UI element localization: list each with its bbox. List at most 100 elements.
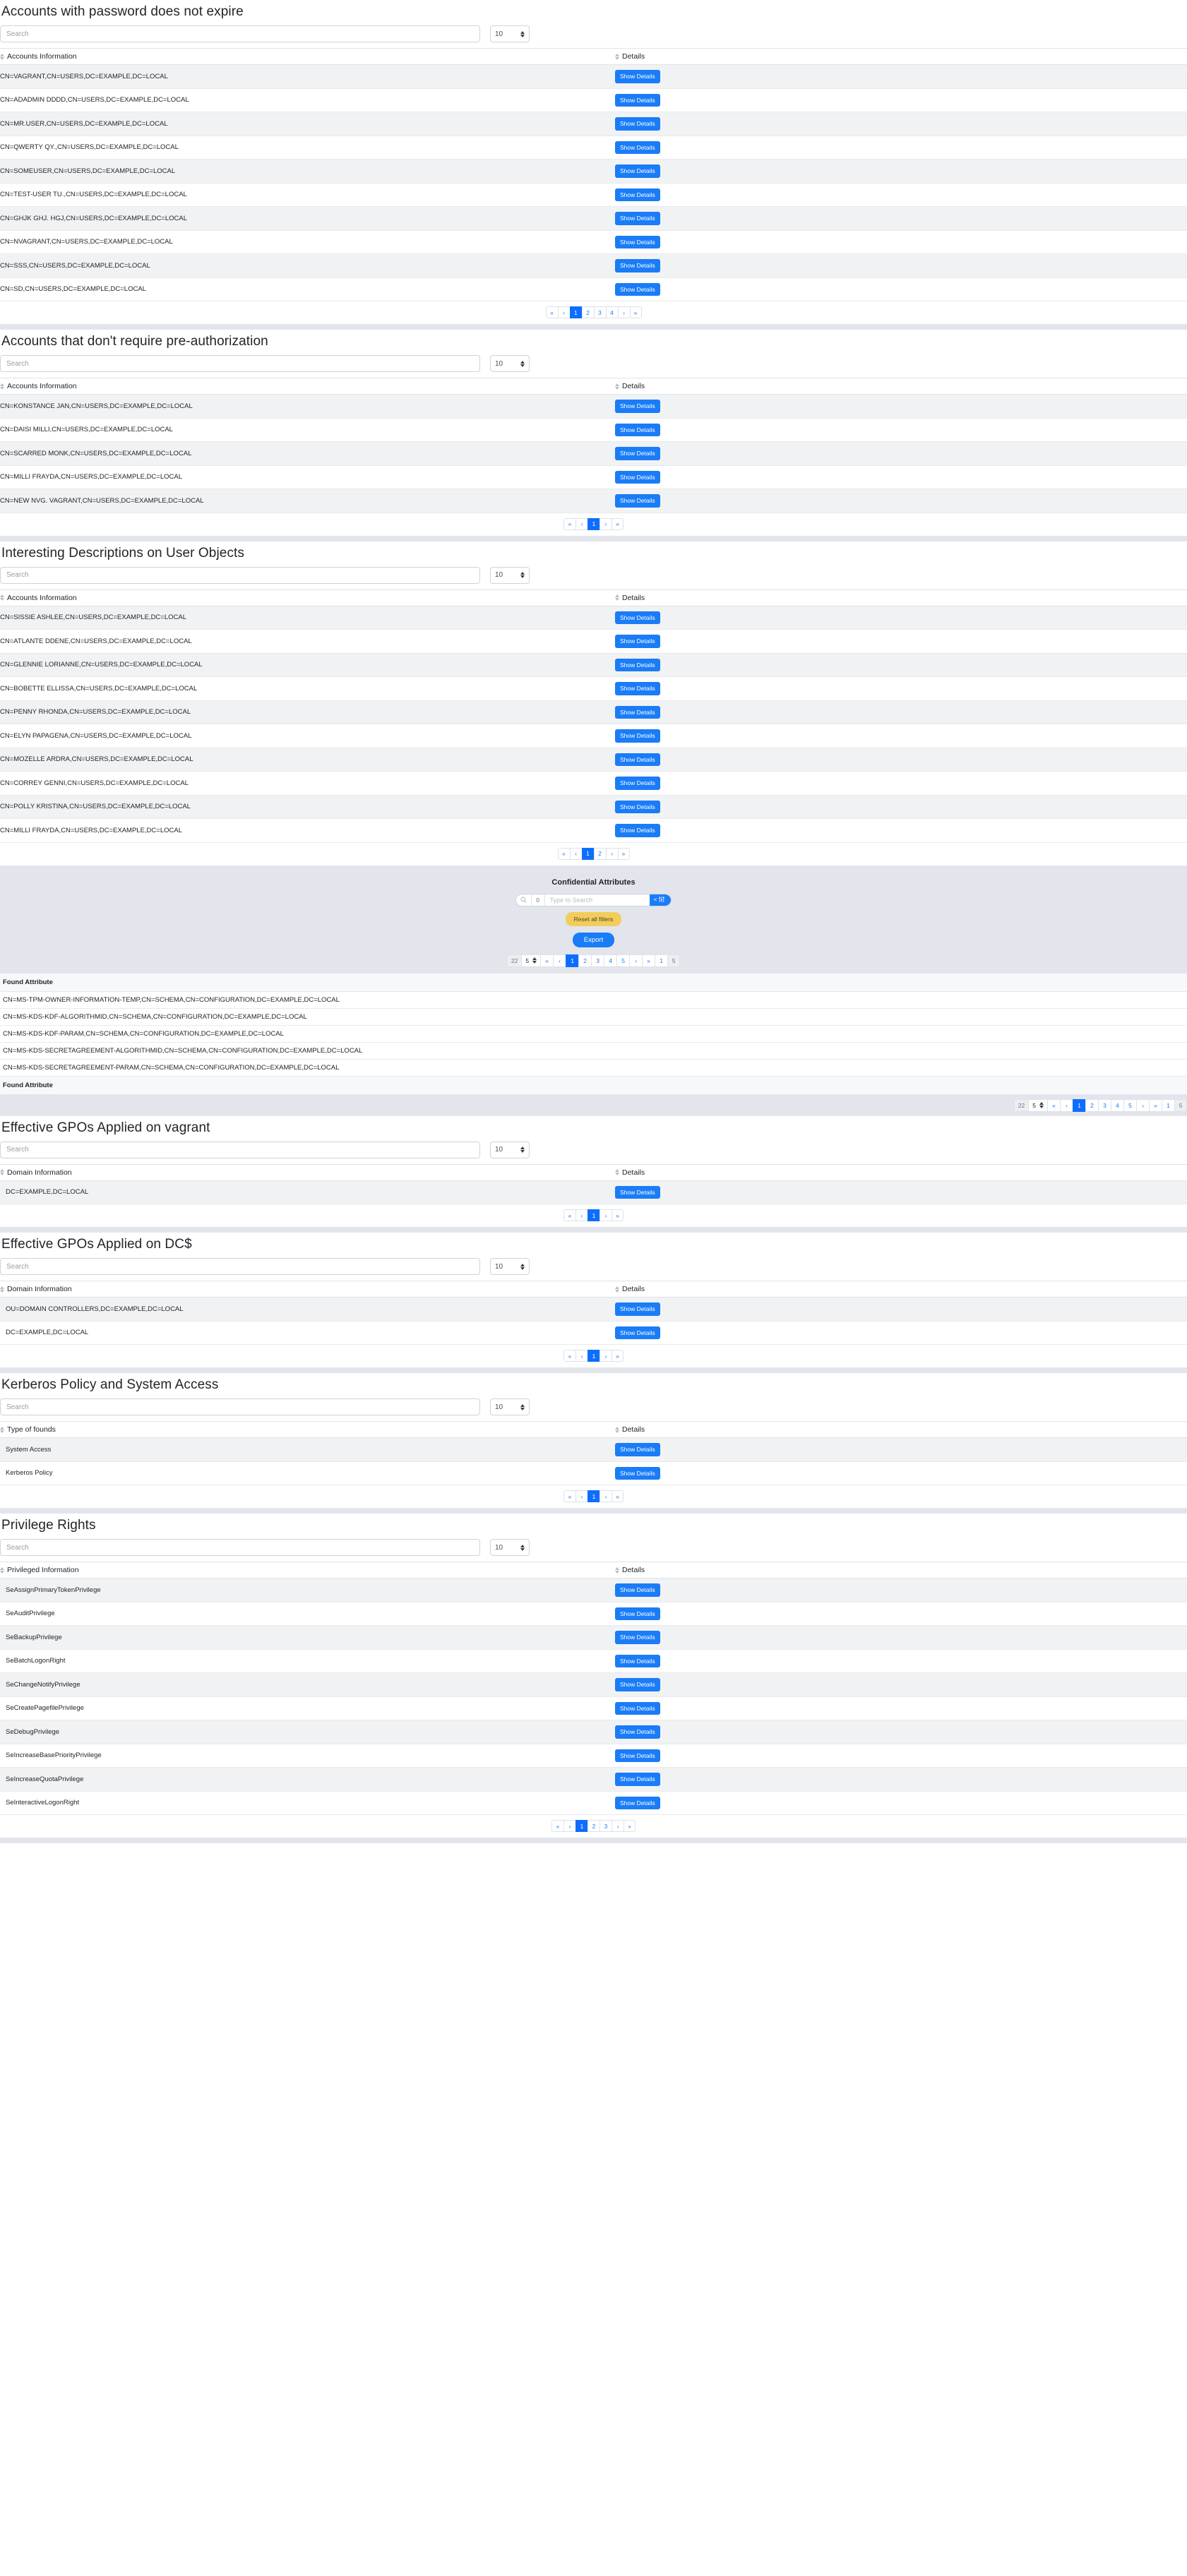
confidential-page-size-select[interactable]: 5: [1028, 1098, 1047, 1112]
pagination-page-1[interactable]: 1: [587, 517, 600, 530]
show-details-button[interactable]: Show Details: [615, 753, 660, 766]
column-header-primary[interactable]: Accounts Information: [0, 378, 615, 395]
show-details-button[interactable]: Show Details: [615, 494, 660, 508]
page-size-select[interactable]: 10: [490, 355, 530, 372]
show-details-button[interactable]: Show Details: [615, 1749, 660, 1762]
column-footer-found-attribute[interactable]: Found Attribute: [0, 1075, 1187, 1095]
pagination-next[interactable]: ›: [600, 1209, 612, 1221]
pagination-next[interactable]: ›: [617, 306, 630, 318]
page-size-select[interactable]: 10: [490, 1539, 530, 1556]
show-details-button[interactable]: Show Details: [615, 1725, 660, 1739]
pagination-prev[interactable]: ‹: [575, 1209, 587, 1221]
show-details-button[interactable]: Show Details: [615, 259, 660, 272]
pagination-prev[interactable]: ‹: [553, 954, 566, 967]
pagination-last[interactable]: »: [617, 847, 630, 860]
show-details-button[interactable]: Show Details: [615, 729, 660, 743]
pagination-next[interactable]: ›: [1136, 1098, 1149, 1112]
filter-toggle-button[interactable]: <: [649, 894, 672, 906]
show-details-button[interactable]: Show Details: [615, 1773, 660, 1786]
column-header-details[interactable]: Details: [615, 1421, 1187, 1438]
pagination-page-2[interactable]: 2: [587, 1820, 600, 1832]
show-details-button[interactable]: Show Details: [615, 1326, 660, 1339]
show-details-button[interactable]: Show Details: [615, 188, 660, 201]
pagination-page-1[interactable]: 1: [566, 954, 579, 967]
show-details-button[interactable]: Show Details: [615, 400, 660, 413]
current-page-input[interactable]: 1: [655, 954, 668, 967]
pagination-page-1[interactable]: 1: [569, 306, 582, 318]
pagination-last[interactable]: »: [642, 954, 655, 967]
pagination-last[interactable]: »: [612, 1350, 624, 1362]
column-header-details[interactable]: Details: [615, 1281, 1187, 1298]
pagination-next[interactable]: ›: [612, 1820, 624, 1832]
show-details-button[interactable]: Show Details: [615, 1607, 660, 1620]
show-details-button[interactable]: Show Details: [615, 1701, 660, 1715]
pagination-next[interactable]: ›: [600, 1350, 612, 1362]
column-header-details[interactable]: Details: [615, 1163, 1187, 1181]
show-details-button[interactable]: Show Details: [615, 1654, 660, 1667]
pagination-page-2[interactable]: 2: [593, 847, 606, 860]
pagination-page-4[interactable]: 4: [605, 306, 618, 318]
page-size-select[interactable]: 10: [490, 25, 530, 42]
page-size-select[interactable]: 10: [490, 1398, 530, 1415]
column-header-primary[interactable]: Accounts Information: [0, 48, 615, 65]
show-details-button[interactable]: Show Details: [615, 682, 660, 695]
pagination-prev[interactable]: ‹: [569, 847, 582, 860]
pagination-page-1[interactable]: 1: [1073, 1098, 1085, 1112]
pagination-page-1[interactable]: 1: [587, 1209, 600, 1221]
show-details-button[interactable]: Show Details: [615, 1185, 660, 1199]
pagination-first[interactable]: «: [1047, 1098, 1060, 1112]
show-details-button[interactable]: Show Details: [615, 140, 660, 154]
pagination-first[interactable]: «: [551, 1820, 563, 1832]
search-input-kerberos-policy[interactable]: [0, 1398, 480, 1415]
pagination-first[interactable]: «: [557, 847, 570, 860]
page-size-select[interactable]: 10: [490, 1258, 530, 1275]
show-details-button[interactable]: Show Details: [615, 1631, 660, 1644]
show-details-button[interactable]: Show Details: [615, 611, 660, 624]
pagination-page-1[interactable]: 1: [581, 847, 594, 860]
export-button[interactable]: Export: [572, 932, 615, 947]
pagination-last[interactable]: »: [612, 517, 624, 530]
pagination-prev[interactable]: ‹: [563, 1820, 575, 1832]
pagination-page-2[interactable]: 2: [578, 954, 592, 967]
pagination-first[interactable]: «: [563, 1350, 575, 1362]
pagination-prev[interactable]: ‹: [557, 306, 570, 318]
show-details-button[interactable]: Show Details: [615, 117, 660, 131]
column-header-found-attribute[interactable]: Found Attribute: [0, 972, 1187, 992]
show-details-button[interactable]: Show Details: [615, 824, 660, 837]
search-input-gpos-vagrant[interactable]: [0, 1141, 480, 1158]
show-details-button[interactable]: Show Details: [615, 282, 660, 296]
search-input-privilege-rights[interactable]: [0, 1539, 480, 1556]
pagination-first[interactable]: «: [563, 1490, 575, 1502]
pagination-last[interactable]: »: [1149, 1098, 1162, 1112]
column-header-details[interactable]: Details: [615, 589, 1187, 606]
column-header-primary[interactable]: Accounts Information: [0, 589, 615, 606]
reset-filters-button[interactable]: Reset all filters: [565, 911, 622, 926]
show-details-button[interactable]: Show Details: [615, 1796, 660, 1809]
show-details-button[interactable]: Show Details: [615, 70, 660, 83]
pagination-page-2[interactable]: 2: [581, 306, 594, 318]
pagination-first[interactable]: «: [540, 954, 554, 967]
show-details-button[interactable]: Show Details: [615, 635, 660, 648]
pagination-page-3[interactable]: 3: [593, 306, 606, 318]
pagination-page-1[interactable]: 1: [587, 1350, 600, 1362]
page-size-select[interactable]: 10: [490, 1141, 530, 1158]
column-header-primary[interactable]: Domain Information: [0, 1281, 615, 1298]
column-header-primary[interactable]: Privileged Information: [0, 1562, 615, 1578]
pagination-next[interactable]: ›: [600, 1490, 612, 1502]
column-header-primary[interactable]: Type of founds: [0, 1421, 615, 1438]
pagination-next[interactable]: ›: [629, 954, 643, 967]
pagination-page-4[interactable]: 4: [604, 954, 617, 967]
page-size-select[interactable]: 10: [490, 566, 530, 584]
pagination-page-3[interactable]: 3: [591, 954, 604, 967]
pagination-last[interactable]: »: [612, 1209, 624, 1221]
show-details-button[interactable]: Show Details: [615, 1466, 660, 1480]
pagination-page-5[interactable]: 5: [1123, 1098, 1136, 1112]
pagination-first[interactable]: «: [545, 306, 558, 318]
show-details-button[interactable]: Show Details: [615, 1678, 660, 1691]
show-details-button[interactable]: Show Details: [615, 1302, 660, 1316]
pagination-page-4[interactable]: 4: [1111, 1098, 1123, 1112]
pagination-page-1[interactable]: 1: [587, 1490, 600, 1502]
show-details-button[interactable]: Show Details: [615, 164, 660, 178]
search-input-accounts-password-never-expires[interactable]: [0, 25, 480, 42]
column-header-details[interactable]: Details: [615, 48, 1187, 65]
